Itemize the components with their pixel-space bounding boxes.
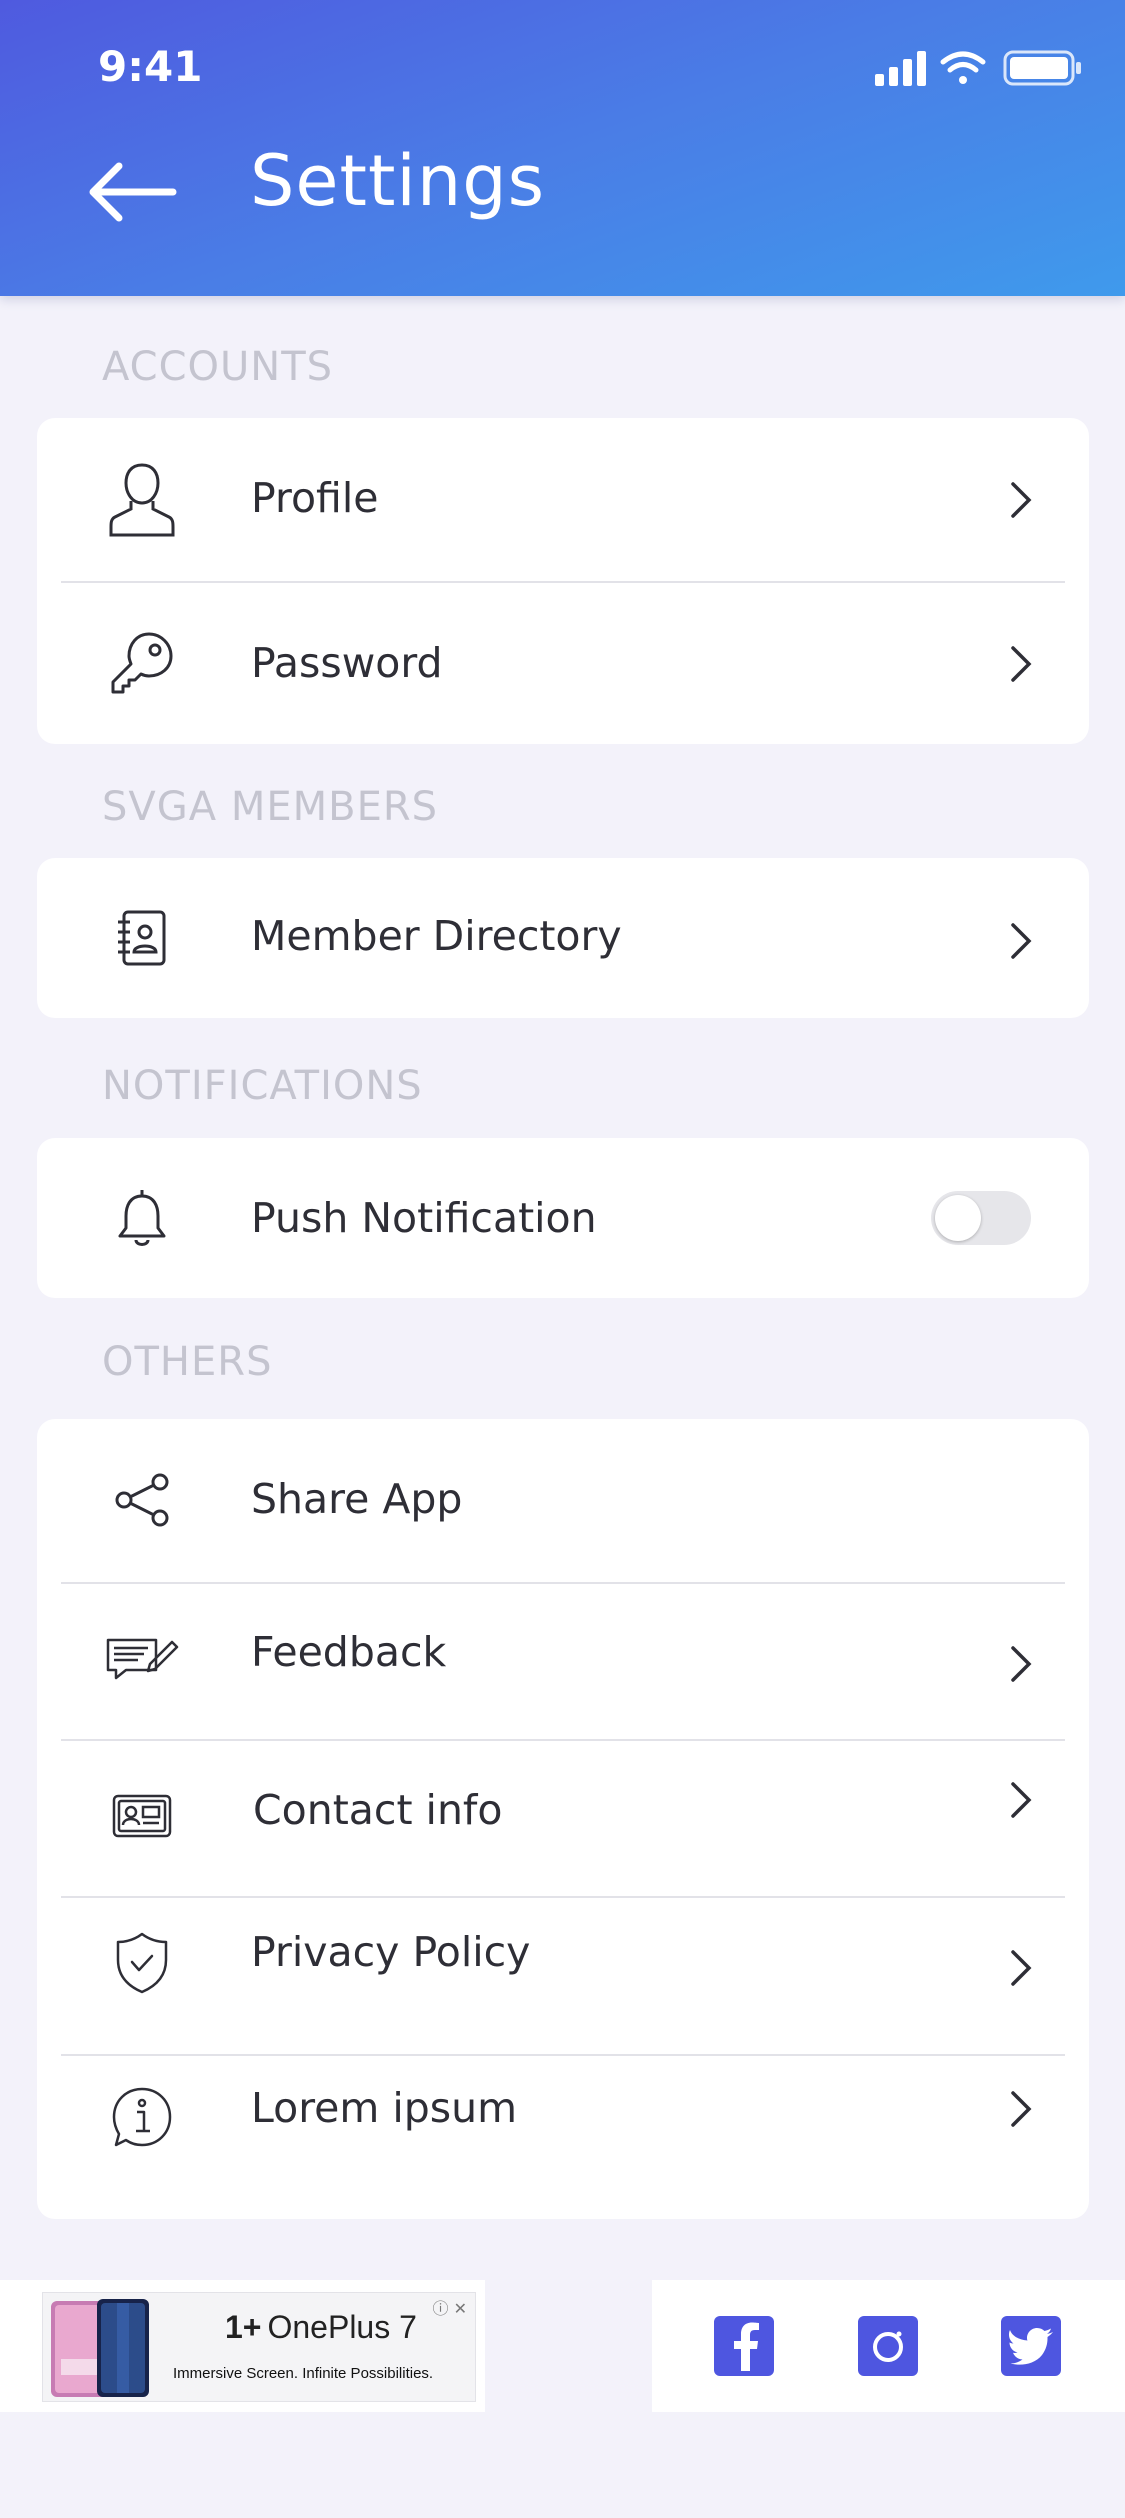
- bell-icon: [97, 1173, 187, 1263]
- page-title: Settings: [250, 140, 546, 222]
- push-notification-toggle[interactable]: [931, 1191, 1031, 1245]
- section-label-members: SVGA MEMBERS: [102, 784, 439, 830]
- ad-brand: 1+ OnePlus 7: [225, 2309, 417, 2346]
- settings-item-profile[interactable]: Profile: [37, 418, 1089, 582]
- settings-item-contact-info[interactable]: Contact info: [37, 1741, 1089, 1896]
- chevron-right-icon: [1001, 2084, 1041, 2134]
- oneplus-logo: 1+: [225, 2309, 262, 2345]
- members-card: Member Directory: [37, 858, 1089, 1018]
- wifi-icon: [940, 51, 986, 84]
- chevron-right-icon: [1001, 1775, 1041, 1825]
- facebook-icon[interactable]: [714, 2316, 774, 2376]
- ad-close-button[interactable]: ⓘ ✕: [433, 2295, 468, 2319]
- settings-item-password[interactable]: Password: [37, 583, 1089, 744]
- ad-content[interactable]: 1+ OnePlus 7 Immersive Screen. Infinite P…: [42, 2292, 476, 2402]
- ad-tagline: Immersive Screen. Infinite Possibilities…: [173, 2365, 434, 2382]
- feedback-icon: [97, 1614, 187, 1704]
- section-label-others: OTHERS: [102, 1339, 273, 1385]
- settings-item-share-app[interactable]: Share App: [37, 1419, 1089, 1582]
- section-label-accounts: ACCOUNTS: [102, 344, 334, 390]
- settings-item-label: Push Notification: [251, 1194, 597, 1242]
- settings-item-member-directory[interactable]: Member Directory: [37, 858, 1089, 1018]
- contact-card-icon: [97, 1771, 187, 1861]
- battery-icon: [1003, 50, 1081, 86]
- notifications-card: Push Notification: [37, 1138, 1089, 1298]
- arrow-left-icon: [89, 162, 177, 222]
- others-card: Share App Feedback Contact info Privacy …: [37, 1419, 1089, 2219]
- settings-item-lorem-ipsum[interactable]: Lorem ipsum: [37, 2056, 1089, 2219]
- ad-phone-image: [47, 2297, 153, 2399]
- status-time: 9:41: [98, 42, 203, 91]
- settings-item-label: Lorem ipsum: [251, 2084, 518, 2132]
- chevron-right-icon: [1001, 916, 1041, 966]
- info-icon: [97, 2072, 187, 2162]
- settings-item-label: Member Directory: [251, 912, 622, 960]
- shield-check-icon: [97, 1918, 187, 2008]
- section-label-notifications: NOTIFICATIONS: [102, 1063, 423, 1109]
- twitter-icon[interactable]: [1001, 2316, 1061, 2376]
- chevron-right-icon: [1001, 639, 1041, 689]
- ad-banner[interactable]: 1+ OnePlus 7 Immersive Screen. Infinite P…: [0, 2280, 485, 2412]
- settings-item-feedback[interactable]: Feedback: [37, 1584, 1089, 1739]
- settings-item-label: Share App: [251, 1475, 463, 1523]
- address-book-icon: [97, 893, 187, 983]
- settings-item-label: Password: [251, 639, 443, 687]
- settings-item-label: Feedback: [251, 1628, 447, 1676]
- chevron-right-icon: [1001, 475, 1041, 525]
- settings-item-privacy-policy[interactable]: Privacy Policy: [37, 1898, 1089, 2054]
- settings-item-label: Privacy Policy: [251, 1928, 531, 1976]
- share-icon: [97, 1455, 187, 1545]
- chevron-right-icon: [1001, 1639, 1041, 1689]
- settings-item-push-notification: Push Notification: [37, 1138, 1089, 1298]
- social-bar: [652, 2280, 1125, 2412]
- signal-icon: [875, 51, 926, 86]
- app-header: 9:41 Settings: [0, 0, 1125, 296]
- ad-brand-name: OnePlus 7: [267, 2309, 417, 2345]
- back-button[interactable]: [82, 152, 182, 232]
- settings-item-label: Contact info: [253, 1786, 503, 1834]
- chevron-right-icon: [1001, 1943, 1041, 1993]
- key-icon: [97, 618, 187, 708]
- instagram-icon[interactable]: [858, 2316, 918, 2376]
- accounts-card: Profile Password: [37, 418, 1089, 744]
- settings-item-label: Profile: [251, 474, 379, 522]
- status-icons: [875, 48, 1085, 88]
- toggle-knob: [935, 1195, 981, 1241]
- user-icon: [97, 455, 187, 545]
